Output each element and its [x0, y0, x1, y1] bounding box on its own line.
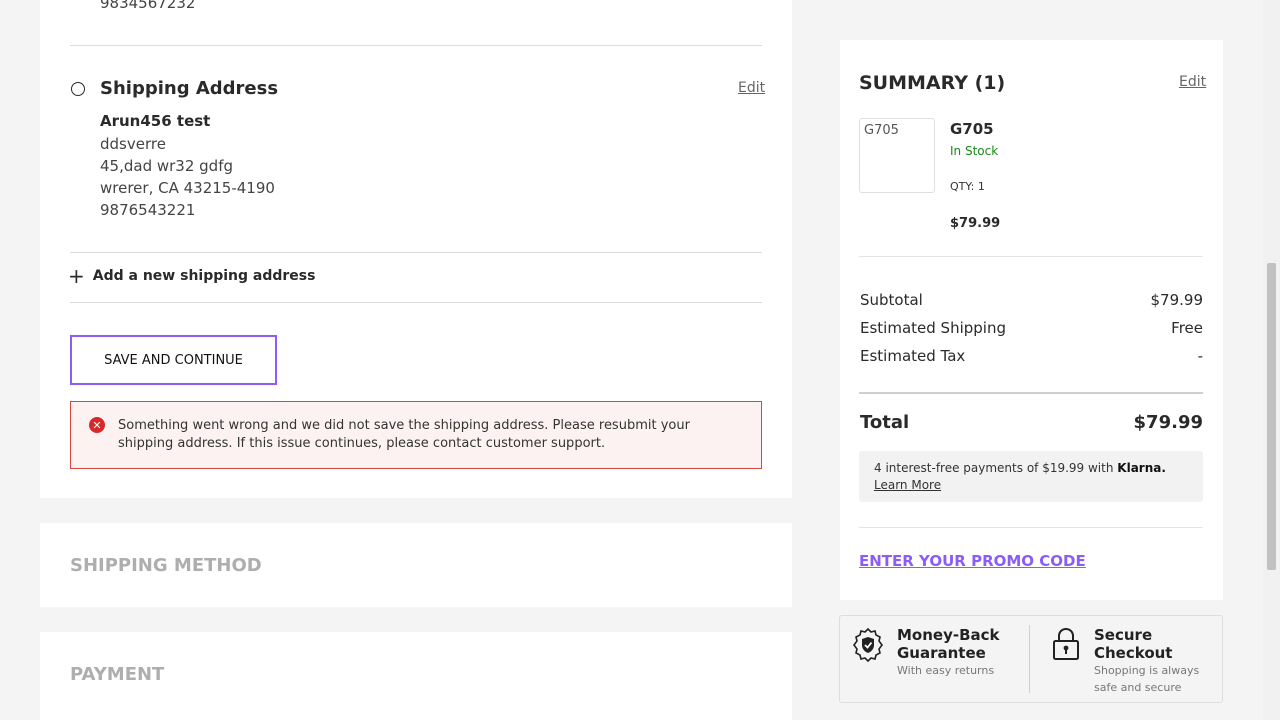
subtotal-row: Subtotal $79.99 [860, 291, 1203, 309]
divider [70, 302, 762, 303]
shipping-method-section[interactable]: SHIPPING METHOD [40, 523, 792, 607]
trust-badges: Money-Back Guarantee With easy returns S… [839, 615, 1223, 703]
guarantee-title: Money-Back Guarantee [897, 626, 1000, 662]
product-name: G705 [950, 120, 994, 138]
subtotal-label: Subtotal [860, 291, 923, 309]
shipping-value: Free [1171, 319, 1203, 337]
product-price: $79.99 [950, 216, 1001, 231]
shipping-radio-icon[interactable] [71, 82, 85, 96]
product-image[interactable]: G705 [859, 118, 935, 193]
payment-title: PAYMENT [70, 664, 165, 685]
shield-check-icon [853, 627, 883, 663]
klarna-brand: Klarna. [1117, 461, 1166, 475]
total-label: Total [860, 412, 910, 433]
guarantee-subtitle: With easy returns [897, 664, 995, 677]
total-value: $79.99 [1133, 412, 1203, 433]
plus-icon: + [68, 264, 85, 288]
secure-checkout-title: Secure Checkout [1094, 626, 1173, 662]
tax-label: Estimated Tax [860, 347, 966, 365]
payment-section[interactable]: PAYMENT [40, 632, 792, 720]
add-shipping-address-label: Add a new shipping address [92, 268, 316, 284]
stock-status: In Stock [950, 144, 999, 158]
address-phone: 9876543221 [100, 201, 196, 219]
error-icon: ✕ [89, 417, 105, 433]
product-image-alt: G705 [864, 123, 899, 138]
add-shipping-address-link[interactable]: + Add a new shipping address [68, 264, 316, 288]
secure-checkout-subtitle: Shopping is always safe and secure [1094, 664, 1200, 694]
address-name: Arun456 test [100, 112, 211, 130]
summary-title: SUMMARY (1) [859, 72, 1006, 94]
address-line-2: 45,dad wr32 gdfg [100, 157, 233, 175]
shipping-row: Estimated Shipping Free [860, 319, 1203, 337]
divider [859, 392, 1203, 394]
klarna-learn-more-link[interactable]: Learn More [874, 478, 941, 492]
previous-phone: 9834567232 [100, 0, 196, 12]
address-line-3: wrerer, CA 43215-4190 [100, 179, 275, 197]
order-summary: SUMMARY (1) Edit G705 G705 In Stock QTY:… [840, 40, 1223, 600]
page-scrollbar[interactable] [1263, 0, 1280, 720]
klarna-banner: 4 interest-free payments of $19.99 with … [859, 451, 1203, 502]
scrollbar-thumb[interactable] [1267, 263, 1276, 570]
klarna-text: 4 interest-free payments of $19.99 with [874, 461, 1114, 475]
shipping-edit-link[interactable]: Edit [738, 80, 765, 96]
divider [859, 256, 1203, 257]
promo-code-link[interactable]: ENTER YOUR PROMO CODE [859, 552, 1086, 570]
error-message: Something went wrong and we did not save… [118, 418, 690, 451]
tax-value: - [1197, 347, 1203, 365]
error-alert: ✕ Something went wrong and we did not sa… [70, 401, 762, 469]
divider [70, 45, 762, 46]
shipping-label: Estimated Shipping [860, 319, 1006, 337]
total-row: Total $79.99 [860, 412, 1203, 433]
divider [859, 527, 1203, 528]
tax-row: Estimated Tax - [860, 347, 1203, 365]
address-line-1: ddsverre [100, 135, 166, 153]
subtotal-value: $79.99 [1150, 291, 1204, 309]
divider [70, 252, 762, 253]
save-and-continue-button[interactable]: SAVE AND CONTINUE [70, 335, 277, 385]
shipping-method-title: SHIPPING METHOD [70, 555, 262, 576]
lock-icon [1053, 627, 1079, 660]
product-qty: QTY: 1 [950, 180, 985, 193]
summary-edit-link[interactable]: Edit [1179, 74, 1206, 90]
shipping-address-title: Shipping Address [100, 78, 279, 99]
divider [1029, 625, 1030, 693]
